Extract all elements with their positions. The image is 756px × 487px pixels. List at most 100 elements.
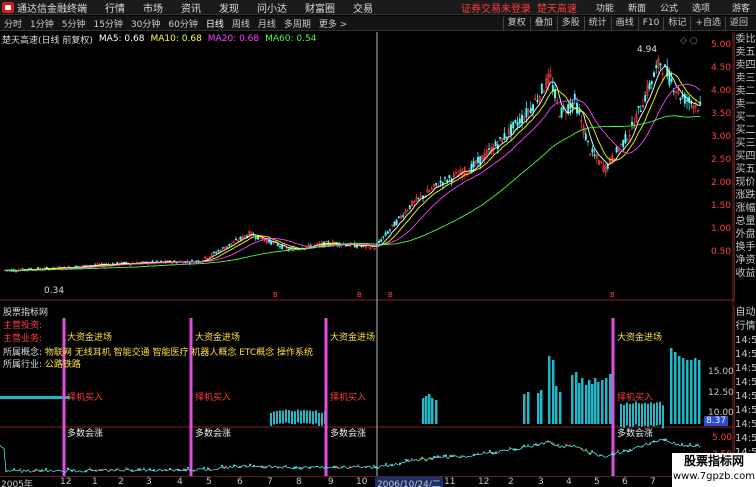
signal-label-3: 多数会涨 (330, 429, 367, 439)
candle-body (525, 107, 528, 118)
signal-label-1: 大资金进场 (617, 333, 663, 343)
lower-indicator-dot (373, 465, 375, 467)
indicator-bar (656, 402, 658, 426)
indicator-bar (659, 401, 661, 425)
indicator-bar (555, 386, 558, 424)
indicator-bar (694, 358, 697, 424)
date-tick: 12 (60, 477, 72, 487)
date-tick: 1 (92, 477, 98, 487)
candle-body (235, 238, 237, 241)
candle-body (587, 140, 589, 142)
indicator-bar (315, 410, 317, 424)
quote-label: 买五 (735, 164, 756, 175)
candle-body (395, 219, 398, 225)
crosshair-date-box: 2006/10/24/二 (375, 477, 443, 487)
indicator-bar (581, 378, 584, 424)
indicator-bar (303, 410, 305, 424)
indicator-bar (641, 403, 643, 427)
date-tick: 3 (146, 477, 152, 487)
candle-body (228, 243, 231, 247)
quote-label: 卖四 (735, 60, 756, 71)
signal-bar (324, 318, 328, 476)
indicator-bar (282, 410, 284, 424)
indicator-bar (297, 409, 299, 423)
lower-indicator-dot (665, 438, 667, 441)
lower-indicator-dot (557, 443, 559, 446)
signal-label-2: 择机买入 (617, 393, 654, 403)
candle-body (670, 78, 673, 82)
quote-label: 卖五 (735, 47, 756, 58)
signal-label-1: 大资金进场 (195, 333, 241, 343)
indicator-tick: 15.00 (708, 367, 734, 377)
price-tick: 3.50 (711, 109, 732, 119)
indicator-bar (309, 410, 311, 424)
main-business-label: 主营投资: (3, 321, 43, 331)
candle-body (276, 243, 279, 246)
quote-label: 卖一 (735, 99, 756, 110)
indicator-bar (626, 402, 628, 426)
lower-indicator-dot (405, 459, 407, 461)
lower-indicator-dot (139, 468, 141, 471)
lower-indicator-tick: 5.00 (712, 433, 733, 443)
candle-body (681, 94, 684, 98)
candle-body (615, 147, 618, 153)
candle-body (644, 95, 647, 102)
candle-body (472, 161, 475, 168)
candle-body (510, 124, 512, 135)
indicator-bar (686, 360, 689, 424)
date-tick: 9 (328, 477, 334, 487)
candle-body (518, 118, 521, 124)
indicator-bar (585, 385, 588, 424)
candle-body (435, 183, 438, 186)
menu-youke[interactable]: 游客 (732, 1, 750, 14)
indicator-bar (575, 372, 578, 424)
candle-body (624, 133, 627, 144)
indicator-bar (300, 410, 302, 424)
indicator-bar (674, 352, 677, 424)
candle-body (648, 82, 651, 90)
candle-body (573, 93, 576, 100)
candle-body (536, 100, 539, 102)
price-tick: 4.00 (711, 86, 732, 96)
price-tick: 1.50 (711, 201, 732, 211)
quote-label: 买三 (735, 138, 756, 149)
date-tick: 7 (650, 477, 656, 487)
indicator-bar (698, 360, 701, 424)
indicator-bar (650, 402, 652, 426)
indicator-title[interactable]: 股票指标网 (3, 305, 48, 318)
indicator-bar (306, 410, 308, 424)
indicator-bar (428, 394, 431, 424)
tick-time: 14:50 (735, 433, 756, 444)
high-price-label: 4.94 (637, 45, 658, 55)
buy-marker: B (357, 291, 362, 299)
quote-label: 收益 (735, 268, 756, 279)
date-tick: 2 (508, 477, 514, 487)
candle-body (664, 64, 666, 66)
lower-indicator-dot (349, 465, 351, 468)
candle-body (593, 154, 596, 156)
candle-body (554, 89, 556, 99)
indicator-bar-group (0, 348, 701, 429)
quote-label: 卖二 (735, 86, 756, 97)
price-tick: 2.50 (711, 155, 732, 165)
chart-settings-icon[interactable]: ◇ ○ (680, 36, 698, 46)
tick-time: 14:50 (735, 405, 756, 416)
quote-panel-2: 自动行情 14:50 14:50 14:50 14:50 14:50 14:50 14:50 1… (734, 306, 756, 476)
candle-body (503, 133, 506, 140)
indicator-bar (540, 390, 543, 424)
moving-average-group: BBBB (4, 65, 701, 299)
candle-body (631, 121, 633, 126)
price-tick: 3.00 (711, 132, 732, 142)
kline-chart-canvas[interactable]: BBBB (0, 0, 734, 476)
lower-indicator-dot (249, 463, 251, 466)
candle-body (567, 104, 570, 114)
tick-time: 14:50 (735, 419, 756, 430)
candle-body (540, 83, 543, 94)
lower-indicator-dot (689, 442, 691, 445)
quote-label: 涨幅 (735, 203, 756, 214)
quote-label: 外盘 (735, 229, 756, 240)
indicator-bar (678, 356, 681, 424)
candle-body (637, 106, 640, 108)
buy-marker: B (273, 291, 278, 299)
candle-body (402, 215, 405, 218)
